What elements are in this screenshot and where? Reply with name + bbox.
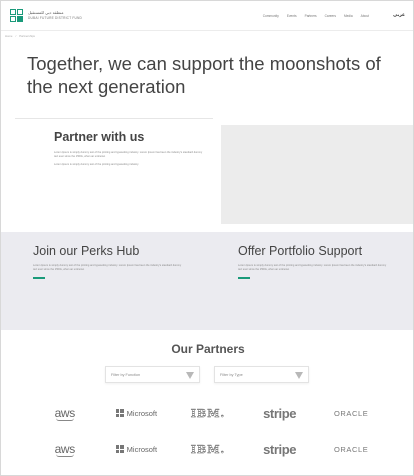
partner-image-placeholder <box>221 125 413 224</box>
perks-hub-card: Join our Perks Hub Lorem Ipsum is simply… <box>33 244 193 279</box>
partner-logo-ibm[interactable]: IBM. <box>172 399 244 427</box>
perks-hub-accent-bar[interactable] <box>33 277 45 279</box>
breadcrumb-separator: / <box>15 34 17 38</box>
breadcrumb: Home / Partnerships <box>5 34 35 38</box>
partner-logo-microsoft[interactable]: Microsoft <box>100 435 173 463</box>
microsoft-icon <box>115 445 124 453</box>
page: منطقة دبي للمستقبل DUBAI FUTURE DISTRICT… <box>0 0 414 476</box>
nav-item-community[interactable]: Community <box>263 14 279 18</box>
logo-text-arabic: منطقة دبي للمستقبل <box>28 10 64 15</box>
chevron-down-icon <box>186 372 194 379</box>
perks-hub-heading: Join our Perks Hub <box>33 244 140 258</box>
partner-logo-stripe[interactable]: stripe <box>243 435 316 463</box>
partner-logo-aws[interactable]: aws <box>29 399 101 427</box>
nav-item-media[interactable]: Media <box>344 14 353 18</box>
microsoft-logo-text: Microsoft <box>126 408 158 418</box>
partner-logo-grid: aws Microsoft IBM. stripe ORACLE aws Mic… <box>29 399 387 463</box>
filter-by-function-select[interactable]: Filter by Function <box>105 366 200 383</box>
breadcrumb-current: Partnerships <box>19 34 35 38</box>
nav-item-partners[interactable]: Partners <box>305 14 317 18</box>
stripe-logo-text: stripe <box>263 405 297 421</box>
perks-hub-text: Lorem Ipsum is simply dummy text of the … <box>33 264 182 271</box>
aws-logo-text: aws <box>54 406 76 421</box>
partner-logo-aws[interactable]: aws <box>29 435 101 463</box>
page-title: Together, we can support the moonshots o… <box>27 53 381 97</box>
nav-item-about[interactable]: About <box>361 14 369 18</box>
filter-by-function-label: Filter by Function <box>111 373 141 377</box>
divider <box>15 118 213 119</box>
portfolio-support-heading: Offer Portfolio Support <box>238 244 363 258</box>
filter-by-type-select[interactable]: Filter by Type <box>214 366 309 383</box>
oracle-logo-text: ORACLE <box>333 408 369 418</box>
microsoft-icon <box>115 409 124 417</box>
filter-by-type-label: Filter by Type <box>220 373 243 377</box>
partner-with-us-heading: Partner with us <box>54 130 145 144</box>
stripe-logo-text: stripe <box>263 441 297 457</box>
partners-heading: Our Partners <box>171 342 245 356</box>
logo-icon[interactable] <box>10 9 24 23</box>
nav-item-events[interactable]: Events <box>287 14 297 18</box>
partner-logo-stripe[interactable]: stripe <box>243 399 316 427</box>
chevron-down-icon <box>295 372 303 379</box>
partner-with-us-text-secondary: Lorem Ipsum is simply dummy text of the … <box>54 163 140 166</box>
microsoft-logo-text: Microsoft <box>126 444 158 454</box>
partner-logo-oracle[interactable]: ORACLE <box>315 399 387 427</box>
perks-band: Join our Perks Hub Lorem Ipsum is simply… <box>1 232 413 330</box>
portfolio-support-card: Offer Portfolio Support Lorem Ipsum is s… <box>238 244 398 279</box>
language-switch[interactable]: عربي <box>393 13 405 18</box>
ibm-logo-text: IBM. <box>190 442 226 456</box>
partner-with-us-text: Lorem Ipsum is simply dummy text of the … <box>54 151 203 159</box>
partner-logo-microsoft[interactable]: Microsoft <box>100 399 173 427</box>
partner-logo-ibm[interactable]: IBM. <box>172 435 244 463</box>
ibm-logo-text: IBM. <box>190 406 226 420</box>
oracle-logo-text: ORACLE <box>333 444 369 454</box>
breadcrumb-home[interactable]: Home <box>5 34 12 38</box>
aws-logo-text: aws <box>54 442 76 457</box>
portfolio-support-accent-bar[interactable] <box>238 277 250 279</box>
nav-item-careers[interactable]: Careers <box>325 14 336 18</box>
site-header: منطقة دبي للمستقبل DUBAI FUTURE DISTRICT… <box>1 1 413 31</box>
portfolio-support-text: Lorem Ipsum is simply dummy text of the … <box>238 264 387 271</box>
logo-text-english: DUBAI FUTURE DISTRICT FUND <box>28 16 83 20</box>
partner-logo-oracle[interactable]: ORACLE <box>315 435 387 463</box>
main-nav: Community Events Partners Careers Media … <box>263 14 369 18</box>
